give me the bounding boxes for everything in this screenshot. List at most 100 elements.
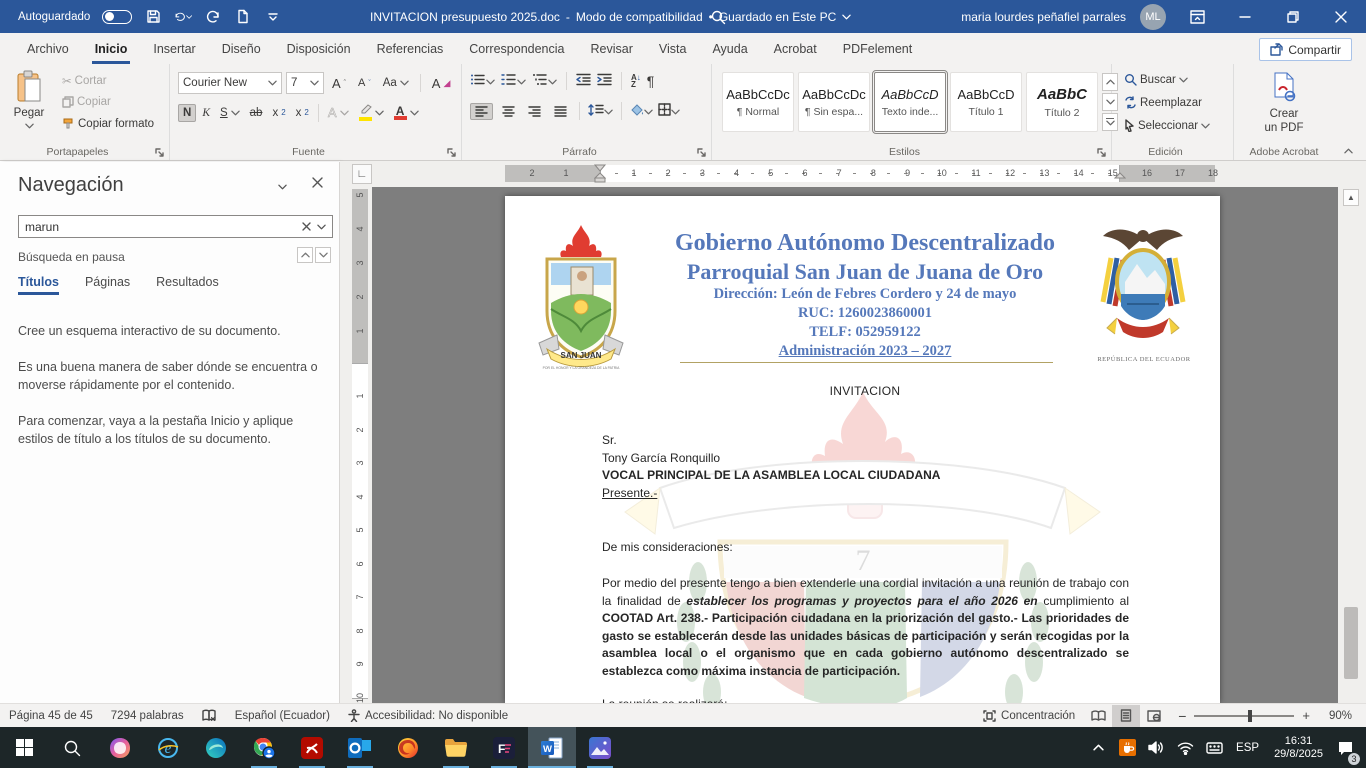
- scroll-up-icon[interactable]: ▲: [1343, 189, 1359, 206]
- justify-button[interactable]: [550, 104, 571, 119]
- document-page[interactable]: 7 SAN JUAN POR EL HONOR Y LA GRANDEZA DE…: [505, 196, 1220, 703]
- italic-button[interactable]: K: [198, 105, 214, 121]
- tab-correspondencia[interactable]: Correspondencia: [456, 36, 577, 64]
- tab-acrobat[interactable]: Acrobat: [761, 36, 830, 64]
- align-left-button[interactable]: [470, 103, 493, 120]
- web-layout-button[interactable]: [1140, 705, 1168, 727]
- language-tray-indicator[interactable]: ESP: [1232, 742, 1263, 754]
- strikethrough-button[interactable]: ab: [246, 105, 267, 121]
- font-size-combo[interactable]: 7: [286, 72, 324, 94]
- start-button[interactable]: [0, 727, 48, 768]
- tab-pdfelement[interactable]: PDFelement: [830, 36, 925, 64]
- highlight-button[interactable]: [355, 102, 388, 123]
- word-icon[interactable]: W: [528, 727, 576, 768]
- paste-button[interactable]: Pegar: [8, 70, 50, 133]
- nav-tab-resultados[interactable]: Resultados: [156, 275, 219, 295]
- bold-button[interactable]: N: [178, 104, 196, 122]
- save-icon[interactable]: [144, 8, 162, 26]
- avatar[interactable]: ML: [1140, 4, 1166, 30]
- language-indicator[interactable]: Español (Ecuador): [226, 704, 339, 728]
- numbered-list-button[interactable]: [501, 73, 526, 89]
- new-document-icon[interactable]: [234, 8, 252, 26]
- restore-button[interactable]: [1276, 0, 1310, 33]
- shrink-font-button[interactable]: Aˇ: [354, 75, 375, 91]
- select-button[interactable]: Seleccionar: [1120, 117, 1214, 134]
- font-dialog-launcher-icon[interactable]: [447, 147, 457, 157]
- vertical-scrollbar[interactable]: ▲: [1342, 187, 1360, 703]
- undo-icon[interactable]: [174, 8, 192, 26]
- autosave-toggle[interactable]: [102, 10, 132, 24]
- zoom-level[interactable]: 90%: [1320, 704, 1366, 728]
- volume-icon[interactable]: [1145, 733, 1167, 763]
- touch-keyboard-icon[interactable]: [1203, 733, 1225, 763]
- nav-tab-titulos[interactable]: Títulos: [18, 275, 59, 295]
- navigation-close-icon[interactable]: [312, 177, 323, 191]
- align-center-button[interactable]: [498, 104, 519, 119]
- styles-dialog-launcher-icon[interactable]: [1097, 147, 1107, 157]
- borders-button[interactable]: [658, 103, 680, 119]
- sort-button[interactable]: A↓Z: [631, 74, 641, 88]
- customize-qat-icon[interactable]: [264, 8, 282, 26]
- ribbon-display-options-icon[interactable]: [1180, 0, 1214, 33]
- accessibility-status[interactable]: Accesibilidad: No disponible: [339, 704, 517, 728]
- style-no-spacing[interactable]: AaBbCcDc¶ Sin espa...: [798, 72, 870, 132]
- text-effects-button[interactable]: A: [324, 103, 353, 122]
- close-button[interactable]: [1324, 0, 1358, 33]
- java-tray-icon[interactable]: [1116, 733, 1138, 763]
- indent-marker-right-icon[interactable]: [1114, 172, 1126, 184]
- create-pdf-button[interactable]: Crearun PDF: [1234, 72, 1334, 135]
- word-count[interactable]: 7294 palabras: [102, 704, 193, 728]
- copy-button[interactable]: Copiar: [58, 94, 115, 110]
- grow-font-button[interactable]: Aˆ: [328, 74, 350, 93]
- underline-button[interactable]: S: [216, 105, 244, 121]
- photos-icon[interactable]: [576, 727, 624, 768]
- style-texto-inde[interactable]: AaBbCcDTexto inde...: [874, 72, 946, 132]
- cut-button[interactable]: ✂Cortar: [58, 72, 111, 90]
- tab-vista[interactable]: Vista: [646, 36, 700, 64]
- clipboard-dialog-launcher-icon[interactable]: [155, 147, 165, 157]
- style-heading2[interactable]: AaBbCTítulo 2: [1026, 72, 1098, 132]
- edge-icon[interactable]: [192, 727, 240, 768]
- decrease-indent-button[interactable]: [576, 73, 591, 89]
- vertical-ruler[interactable]: 5432112345678910: [352, 189, 368, 699]
- multilevel-list-button[interactable]: [532, 73, 557, 89]
- focus-mode-button[interactable]: Concentración: [974, 704, 1084, 728]
- tab-archivo[interactable]: Archivo: [14, 36, 82, 64]
- scrollbar-thumb[interactable]: [1344, 607, 1358, 679]
- redo-icon[interactable]: [204, 8, 222, 26]
- tab-stop-selector[interactable]: ∟: [352, 164, 372, 184]
- search-clear-icon[interactable]: [296, 220, 317, 234]
- font-family-combo[interactable]: Courier New: [178, 72, 282, 94]
- tab-inicio[interactable]: Inicio: [82, 36, 141, 64]
- copilot-icon[interactable]: [96, 727, 144, 768]
- navigation-options-chevron-icon[interactable]: [278, 180, 287, 194]
- paragraph-dialog-launcher-icon[interactable]: [697, 147, 707, 157]
- tab-ayuda[interactable]: Ayuda: [699, 36, 760, 64]
- subscript-button[interactable]: x2: [268, 105, 289, 121]
- previous-result-icon[interactable]: [297, 247, 313, 263]
- internet-explorer-icon[interactable]: e: [144, 727, 192, 768]
- zoom-out-icon[interactable]: −: [1178, 708, 1186, 724]
- file-explorer-icon[interactable]: [432, 727, 480, 768]
- page-indicator[interactable]: Página 45 de 45: [0, 704, 102, 728]
- share-button[interactable]: Compartir: [1259, 38, 1352, 61]
- clear-formatting-button[interactable]: A◢: [428, 74, 455, 93]
- chrome-icon[interactable]: [240, 727, 288, 768]
- outlook-icon[interactable]: [336, 727, 384, 768]
- taskbar-search-icon[interactable]: [48, 727, 96, 768]
- tab-disposicion[interactable]: Disposición: [274, 36, 364, 64]
- horizontal-ruler[interactable]: 21123456789101112131415161718: [505, 165, 1215, 182]
- zoom-slider-thumb[interactable]: [1248, 710, 1252, 722]
- style-normal[interactable]: AaBbCcDc¶ Normal: [722, 72, 794, 132]
- show-marks-button[interactable]: ¶: [647, 73, 655, 89]
- align-right-button[interactable]: [524, 104, 545, 119]
- format-painter-button[interactable]: Copiar formato: [58, 115, 158, 132]
- wifi-icon[interactable]: [1174, 733, 1196, 763]
- pdfelement-icon[interactable]: F: [480, 727, 528, 768]
- font-color-button[interactable]: A: [390, 104, 423, 122]
- line-spacing-button[interactable]: [588, 104, 613, 119]
- tab-referencias[interactable]: Referencias: [364, 36, 457, 64]
- proofing-icon[interactable]: [193, 704, 226, 728]
- acrobat-icon[interactable]: [288, 727, 336, 768]
- print-layout-button[interactable]: [1112, 705, 1140, 727]
